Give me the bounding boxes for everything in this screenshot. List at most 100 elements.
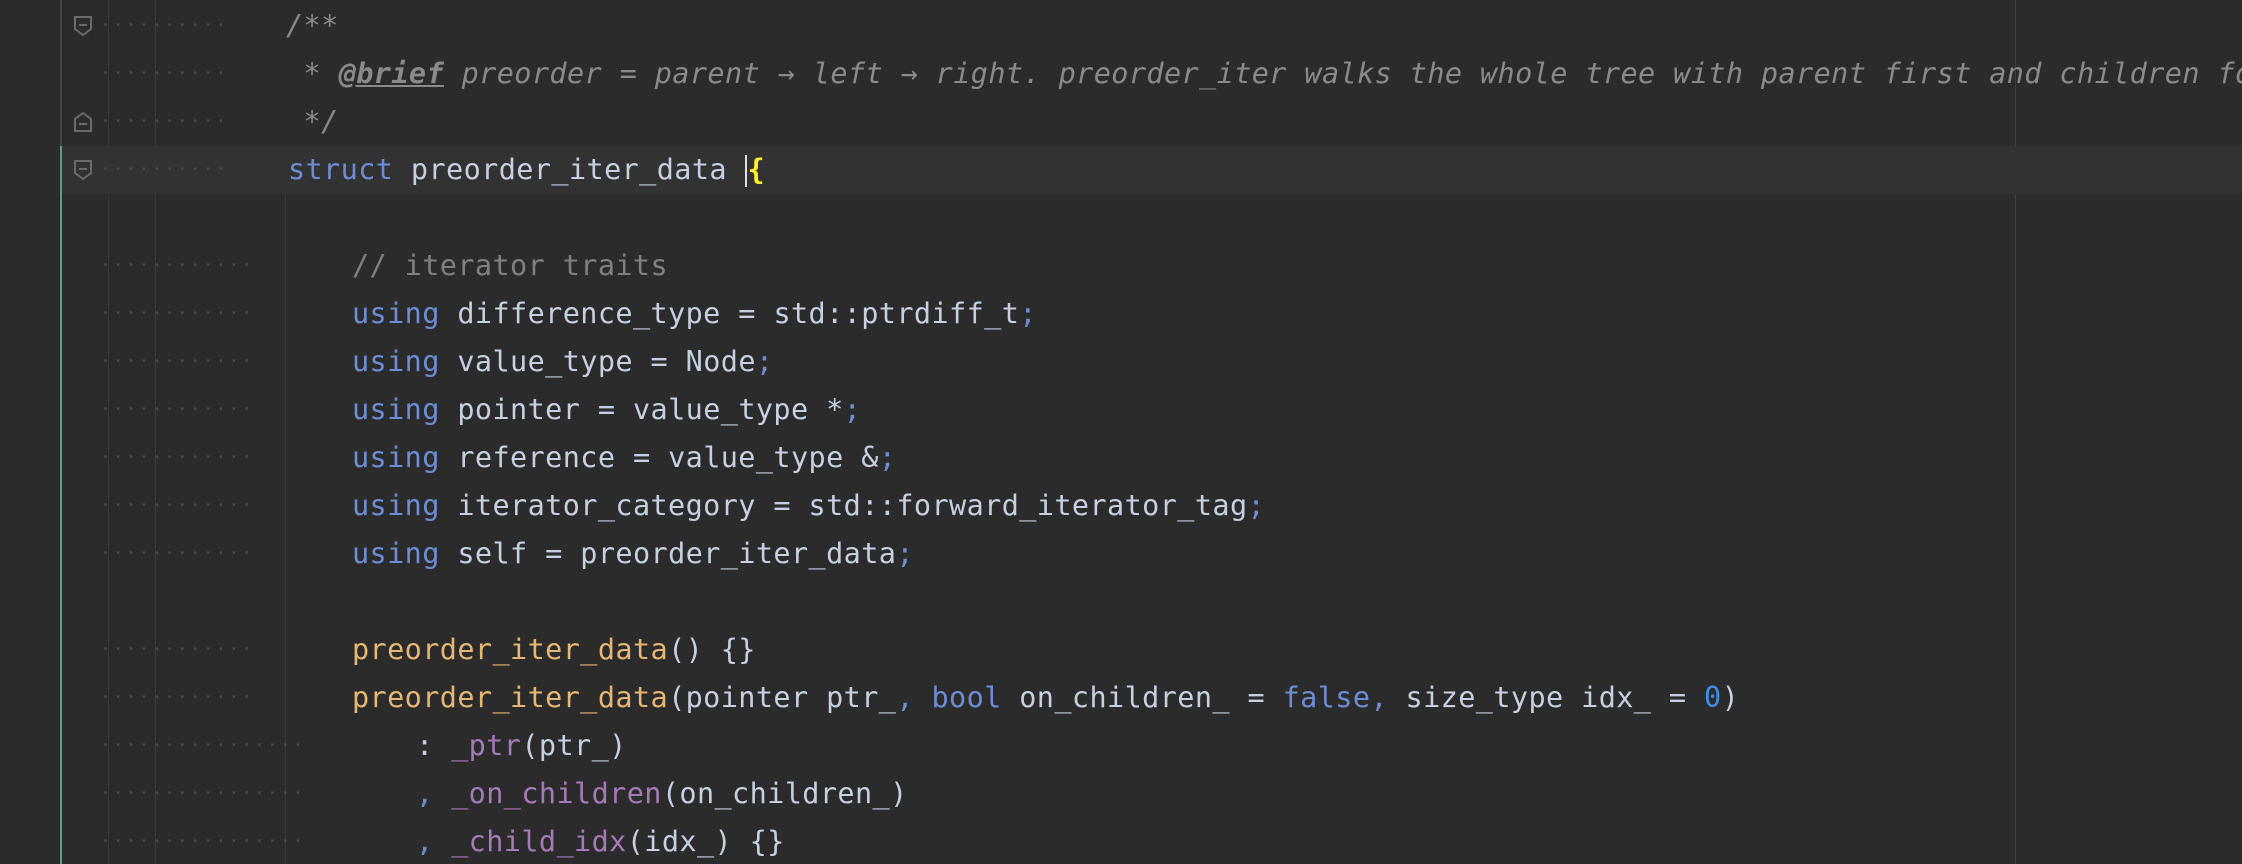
- code-line[interactable]: ················ , _child_idx(idx_) {}: [0, 818, 784, 864]
- code-line[interactable]: ·········· */: [0, 98, 338, 146]
- code-editor[interactable]: ·········· /** ·········· * @brief preor…: [0, 0, 2242, 864]
- initializer: : _ptr(ptr_): [416, 722, 627, 770]
- whitespace-dots: ··········: [100, 63, 229, 84]
- whitespace-dots: ············: [100, 639, 255, 660]
- default-constructor: preorder_iter_data() {}: [352, 626, 756, 674]
- doc-star: *: [286, 57, 322, 90]
- init-args: (on_children_): [661, 777, 908, 810]
- right-margin-guide: [2015, 0, 2016, 864]
- code-line-current[interactable]: ·········· struct preorder_iter_data {: [0, 146, 765, 194]
- using-declaration: using iterator_category = std::forward_i…: [352, 482, 1265, 530]
- keyword: using: [352, 489, 440, 522]
- code-line[interactable]: ············ preorder_iter_data() {}: [0, 626, 755, 674]
- doc-tag-brief: @brief: [338, 57, 445, 90]
- whitespace-dots: ············: [100, 351, 255, 372]
- alias-type: value_type *: [632, 393, 844, 426]
- code-line[interactable]: ············ preorder_iter_data(pointer …: [0, 674, 1739, 722]
- keyword: struct: [288, 153, 394, 186]
- code-line[interactable]: ················ , _on_children(on_child…: [0, 770, 907, 818]
- colon: :: [416, 729, 452, 762]
- using-declaration: using reference = value_type &;: [352, 434, 896, 482]
- code-line[interactable]: ············ using reference = value_typ…: [0, 434, 896, 482]
- bool-literal: false: [1282, 681, 1371, 714]
- comma: ,: [896, 681, 932, 714]
- whitespace-dots: ··········: [100, 159, 229, 180]
- param: (pointer ptr_: [668, 681, 897, 714]
- param-constructor: preorder_iter_data(pointer ptr_, bool on…: [352, 674, 1739, 722]
- semicolon: ;: [896, 537, 914, 570]
- alias-name: difference_type: [457, 297, 721, 330]
- whitespace-dots: ················: [100, 783, 306, 804]
- code-line[interactable]: ············ // iterator traits: [0, 242, 668, 290]
- matched-brace: {: [747, 153, 766, 186]
- comma: ,: [1370, 681, 1406, 714]
- code-line[interactable]: ············ using pointer = value_type …: [0, 386, 861, 434]
- alias-name: pointer: [457, 393, 581, 426]
- assign-op: =: [527, 537, 581, 570]
- semicolon: ;: [1247, 489, 1266, 522]
- function-name: preorder_iter_data: [352, 681, 669, 714]
- alias-type: Node: [685, 345, 756, 378]
- alias-name: self: [457, 537, 528, 570]
- assign-op: =: [580, 393, 633, 426]
- using-declaration: using pointer = value_type *;: [352, 386, 861, 434]
- semicolon: ;: [755, 345, 774, 378]
- semicolon: ;: [878, 441, 897, 474]
- alias-name: value_type: [457, 345, 633, 378]
- whitespace-dots: ············: [100, 495, 255, 516]
- fold-collapse-icon[interactable]: [72, 14, 94, 38]
- fold-collapse-icon[interactable]: [72, 158, 94, 182]
- comma: ,: [416, 825, 452, 858]
- struct-declaration: struct preorder_iter_data {: [288, 146, 765, 194]
- code-line[interactable]: ············ using value_type = Node;: [0, 338, 773, 386]
- code-line[interactable]: ············ using iterator_category = s…: [0, 482, 1265, 530]
- using-declaration: using difference_type = std::ptrdiff_t;: [352, 290, 1037, 338]
- using-declaration: using self = preorder_iter_data;: [352, 530, 914, 578]
- whitespace-dots: ················: [100, 735, 306, 756]
- code-line[interactable]: ················ : _ptr(ptr_): [0, 722, 626, 770]
- param: size_type idx_ =: [1405, 681, 1705, 714]
- keyword: using: [352, 297, 440, 330]
- fold-end-icon[interactable]: [72, 110, 94, 134]
- whitespace-dots: ················: [100, 831, 306, 852]
- initializer: , _child_idx(idx_) {}: [416, 818, 785, 864]
- doc-comment-close: */: [286, 105, 339, 138]
- assign-op: =: [755, 489, 809, 522]
- init-args: (idx_) {}: [626, 825, 785, 858]
- whitespace-dots: ············: [100, 255, 255, 276]
- keyword: bool: [931, 681, 1002, 714]
- assign-op: =: [720, 297, 774, 330]
- code-line[interactable]: ············ using difference_type = std…: [0, 290, 1036, 338]
- alias-type: std::forward_iterator_tag: [808, 489, 1248, 522]
- alias-type: value_type &: [668, 441, 879, 474]
- doc-comment-open: /**: [286, 9, 339, 42]
- alias-name: reference: [457, 441, 616, 474]
- whitespace-dots: ············: [100, 687, 255, 708]
- member-name: _child_idx: [451, 825, 627, 858]
- alias-name: iterator_category: [457, 489, 756, 522]
- whitespace-dots: ············: [100, 543, 255, 564]
- number-literal: 0: [1704, 681, 1722, 714]
- using-declaration: using value_type = Node;: [352, 338, 773, 386]
- assign-op: =: [632, 345, 686, 378]
- keyword: using: [352, 345, 440, 378]
- member-name: _ptr: [451, 729, 522, 762]
- function-name: preorder_iter_data: [352, 633, 669, 666]
- whitespace-dots: ··········: [100, 111, 229, 132]
- code-line[interactable]: ············ using self = preorder_iter_…: [0, 530, 914, 578]
- text-caret: [744, 155, 747, 187]
- keyword: using: [352, 441, 440, 474]
- doc-comment-text: preorder = parent → left → right. preord…: [444, 57, 2242, 90]
- alias-type: std::ptrdiff_t: [773, 297, 1020, 330]
- keyword: using: [352, 393, 440, 426]
- semicolon: ;: [1019, 297, 1037, 330]
- alias-type: preorder_iter_data: [580, 537, 897, 570]
- member-name: _on_children: [451, 777, 662, 810]
- whitespace-dots: ············: [100, 399, 255, 420]
- code-line[interactable]: ·········· * @brief preorder = parent → …: [0, 50, 2242, 98]
- keyword: using: [352, 537, 440, 570]
- doc-comment-line: * @brief preorder = parent → left → righ…: [286, 50, 2242, 98]
- whitespace-dots: ············: [100, 303, 255, 324]
- code-line[interactable]: ·········· /**: [0, 2, 338, 50]
- line-comment: // iterator traits: [352, 249, 669, 282]
